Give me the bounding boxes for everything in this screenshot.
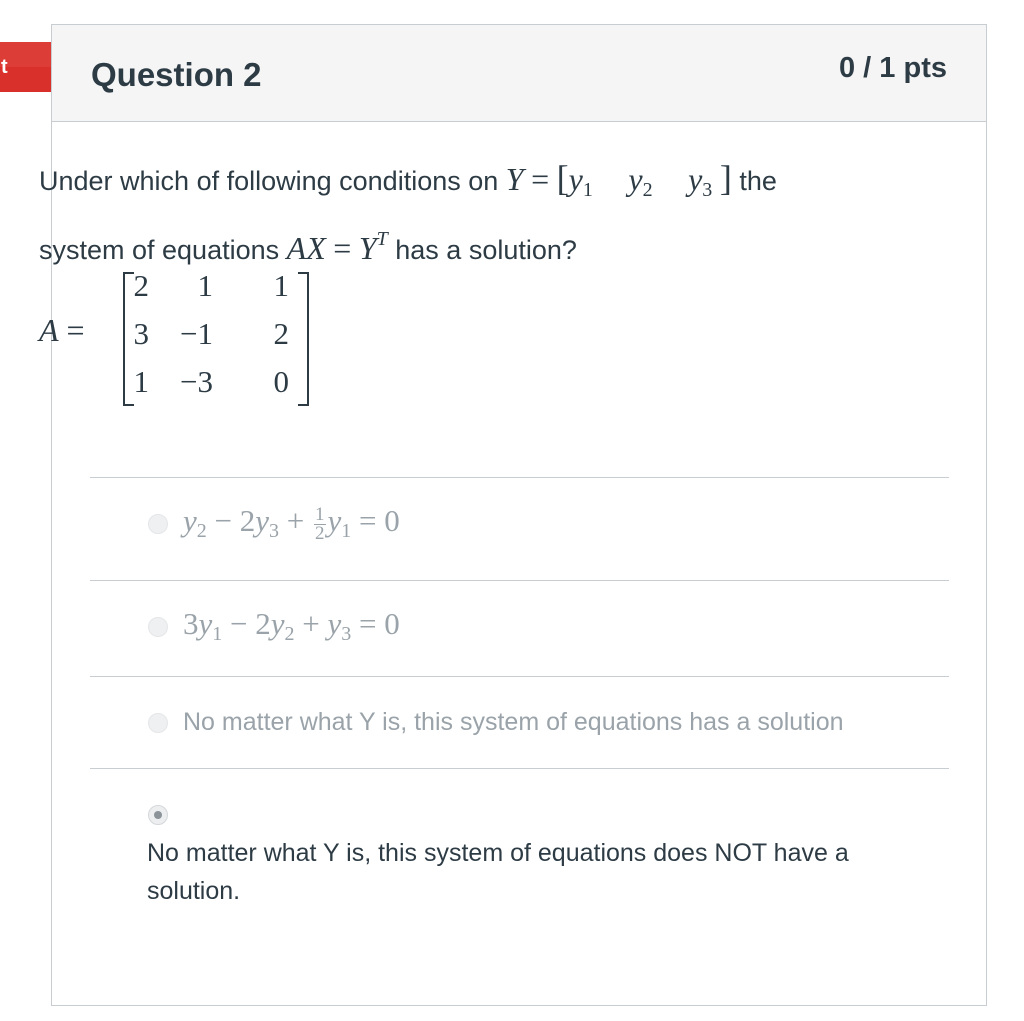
divider <box>90 477 949 478</box>
answer-2-sub: 1 <box>212 623 223 645</box>
answer-option-2[interactable]: 3y1 − 2y2 + y3 = 0 <box>183 606 400 646</box>
matrix-body: 2 1 1 3 −1 2 1 −3 0 <box>123 268 309 406</box>
divider <box>90 768 949 769</box>
y3-sub: 3 <box>702 179 713 201</box>
answer-radio-1[interactable] <box>148 514 168 534</box>
answer-2-term: y <box>270 606 285 641</box>
answer-radio-2[interactable] <box>148 617 168 637</box>
matrix-cell: 3 <box>133 316 150 351</box>
question-title: Question 2 <box>91 56 262 93</box>
answer-2-term: = 0 <box>351 606 400 641</box>
question-text: Under which of following conditions on Y… <box>39 154 899 275</box>
answer-2-term: − 2 <box>222 606 271 641</box>
matrix-equals: = <box>66 312 85 348</box>
y2: y <box>628 161 643 197</box>
matrix-cell: 2 <box>133 268 150 303</box>
left-bracket: [ <box>556 158 569 198</box>
fraction-denominator: 2 <box>315 522 325 544</box>
matrix-cell: −3 <box>180 364 213 399</box>
matrix-cell: 1 <box>197 268 214 303</box>
matrix-name: A <box>39 312 59 348</box>
matrix-right-bracket <box>298 272 309 406</box>
answer-2-sub: 3 <box>341 623 352 645</box>
right-bracket: ] <box>719 158 732 198</box>
answer-radio-4-selected[interactable] <box>148 805 168 825</box>
divider <box>90 580 949 581</box>
answer-2-sub: 2 <box>284 623 295 645</box>
yt-sup: T <box>376 228 388 250</box>
yt-base: Y <box>358 230 377 266</box>
answer-option-3[interactable]: No matter what Y is, this system of equa… <box>183 708 844 737</box>
question-text-before: Under which of following conditions on <box>39 166 499 196</box>
question-text-the: the <box>739 166 777 196</box>
question-header: Question 2 0 / 1 pts <box>52 25 986 122</box>
question-text-after: has a solution? <box>395 235 577 265</box>
answer-2-term: y <box>327 606 342 641</box>
answer-1-sub: 2 <box>196 520 207 542</box>
answer-1-term: = 0 <box>351 503 400 538</box>
equals-sign-2: = <box>333 230 352 266</box>
matrix-cell: −1 <box>180 316 213 351</box>
matrix-lhs: A = <box>39 312 85 349</box>
matrix-cell: 0 <box>273 364 290 399</box>
answer-1-sub: 1 <box>341 520 352 542</box>
y3: y <box>688 161 703 197</box>
ax-symbol: AX <box>286 230 326 266</box>
equals-sign: = <box>531 161 550 197</box>
answer-1-term: y <box>183 503 197 538</box>
matrix-cell: 2 <box>273 316 290 351</box>
matrix-cell: 1 <box>273 268 290 303</box>
answer-1-term: + <box>279 503 312 538</box>
question-points: 0 / 1 pts <box>839 52 947 84</box>
answer-option-4[interactable]: No matter what Y is, this system of equa… <box>147 834 907 910</box>
y2-sub: 2 <box>642 179 653 201</box>
answer-radio-3[interactable] <box>148 713 168 733</box>
flag-label: t <box>1 56 8 78</box>
answer-1-sub: 3 <box>269 520 280 542</box>
answer-2-term: 3 <box>183 606 199 641</box>
y1: y <box>568 161 583 197</box>
question-text-system: system of equations <box>39 235 280 265</box>
answer-1-term: − 2 <box>206 503 256 538</box>
matrix-cell: 1 <box>133 364 150 399</box>
y-symbol: Y <box>505 161 524 197</box>
answer-1-term: y <box>255 503 270 538</box>
divider <box>90 676 949 677</box>
answer-2-term: + <box>294 606 328 641</box>
answer-2-term: y <box>198 606 213 641</box>
y1-sub: 1 <box>582 179 593 201</box>
answer-option-1[interactable]: y2 − 2y3 + 1 2 y1 = 0 <box>183 503 400 543</box>
answer-1-term: y <box>327 503 342 538</box>
fraction-half: 12 <box>314 505 326 544</box>
